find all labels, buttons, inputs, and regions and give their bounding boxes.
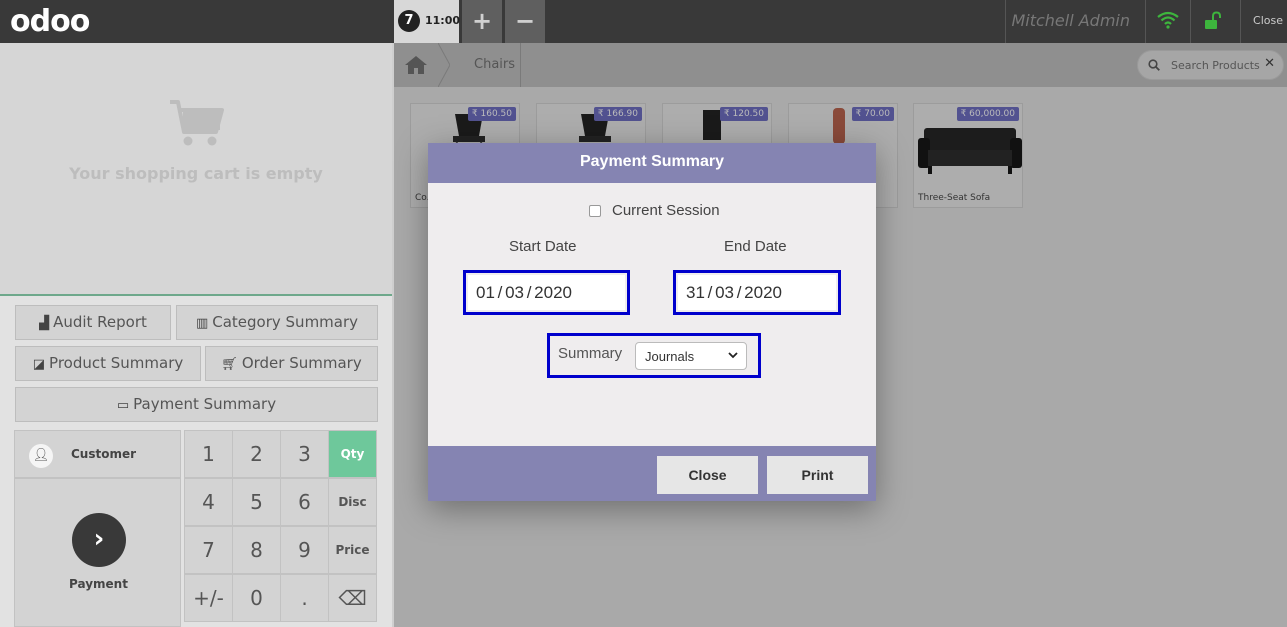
order-cart: Your shopping cart is empty [0,43,392,296]
top-bar: odoo 7 11:00 + − Mitchell Admin Close [0,0,1287,43]
cart-small-icon: 🛒︎ [221,357,238,372]
summary-select-value: Journals [645,349,695,364]
numpad-key-0[interactable]: 0 [232,574,281,622]
user-icon: 👤︎ [29,444,53,468]
mode-disc-button[interactable]: Disc [328,478,377,526]
dialog-header: Payment Summary [428,143,876,183]
dialog-footer: Close Print [428,446,876,501]
mode-qty-button[interactable]: Qty [328,430,377,478]
odoo-logo: odoo [10,4,90,39]
audit-report-label: Audit Report [53,313,147,331]
category-summary-label: Category Summary [212,313,359,331]
product-summary-button[interactable]: ◪ Product Summary [15,346,201,381]
price-tag: ₹ 166.90 [593,107,642,121]
payment-summary-button[interactable]: ▭ Payment Summary [15,387,378,422]
price-tag: ₹ 60,000.00 [956,107,1019,121]
numpad-key-plusminus[interactable]: +/- [184,574,233,622]
sticky-note-icon: ◪ [32,357,46,372]
end-date-field[interactable]: 31 / 03 / 2020 [673,270,841,315]
bar-chart-icon: ▥ [195,316,209,331]
action-numpad: 👤︎ Customer › Payment 1 2 3 Qty 4 5 6 Di… [14,430,378,627]
product-summary-label: Product Summary [49,354,184,372]
order-tab[interactable]: 7 11:00 [394,0,461,43]
end-date-value: 31 / 03 / 2020 [686,283,782,302]
numpad-key-1[interactable]: 1 [184,430,233,478]
start-date-field[interactable]: 01 / 03 / 2020 [463,270,630,315]
search-icon [1148,59,1160,71]
start-date-label: Start Date [509,238,577,255]
topbar-divider [1190,0,1191,43]
empty-cart-message: Your shopping cart is empty [69,164,323,183]
chevron-down-icon [728,352,738,359]
close-button[interactable]: Close [657,456,758,494]
numpad-key-3[interactable]: 3 [280,430,329,478]
audit-report-button[interactable]: ▟ Audit Report [15,305,171,340]
order-summary-button[interactable]: 🛒︎ Order Summary [205,346,378,381]
numpad-key-5[interactable]: 5 [232,478,281,526]
numpad-key-6[interactable]: 6 [280,478,329,526]
close-pos-button[interactable]: Close [1253,14,1283,27]
price-tag: ₹ 70.00 [851,107,894,121]
payment-summary-label: Payment Summary [133,395,277,413]
numpad-key-9[interactable]: 9 [280,526,329,574]
product-card[interactable]: ₹ 60,000.00 Three-Seat Sofa [913,103,1023,208]
order-number-badge: 7 [398,10,420,32]
order-summary-label: Order Summary [241,354,362,372]
end-date-label: End Date [724,238,787,255]
search-input[interactable]: Search Products ✕ [1137,50,1284,80]
credit-card-icon: ▭ [116,398,130,413]
cart-icon [170,100,224,146]
dialog-title: Payment Summary [579,153,725,170]
end-date-input[interactable]: 31 / 03 / 2020 [678,275,836,310]
topbar-divider [1240,0,1241,43]
remove-order-button[interactable]: − [505,0,545,43]
summary-label: Summary [558,345,623,362]
unlock-icon[interactable] [1204,11,1222,30]
topbar-divider [1145,0,1146,43]
mode-price-button[interactable]: Price [328,526,377,574]
payment-summary-dialog: Payment Summary Current Session Start Da… [428,143,876,501]
price-tag: ₹ 120.50 [719,107,768,121]
clear-search-icon[interactable]: ✕ [1264,56,1275,71]
summary-field: Summary Journals [547,333,761,378]
order-time: 11:00 [425,14,461,27]
chevron-right-icon: › [72,513,126,567]
left-pane: Your shopping cart is empty ▟ Audit Repor… [0,43,392,627]
home-icon[interactable] [404,55,428,75]
breadcrumb-end [520,43,521,87]
start-date-input[interactable]: 01 / 03 / 2020 [468,275,625,310]
payment-label: Payment [69,577,128,591]
topbar-divider [1005,0,1006,43]
price-tag: ₹ 160.50 [467,107,516,121]
backspace-icon[interactable]: ⌫ [328,574,377,622]
product-name: Three-Seat Sofa [918,193,991,203]
breadcrumb: Chairs Search Products ✕ [394,43,1287,87]
breadcrumb-category[interactable]: Chairs [474,57,515,72]
product-image [833,108,845,144]
category-summary-button[interactable]: ▥ Category Summary [176,305,378,340]
numpad-key-4[interactable]: 4 [184,478,233,526]
search-placeholder: Search Products [1171,59,1260,72]
add-order-button[interactable]: + [462,0,502,43]
current-session-checkbox[interactable] [589,205,601,217]
numpad-key-dot[interactable]: . [280,574,329,622]
product-image [918,128,1022,174]
customer-label: Customer [71,447,137,461]
payment-button[interactable]: › Payment [14,478,181,627]
breadcrumb-separator [438,43,450,87]
summary-select[interactable]: Journals [635,342,747,370]
numpad-key-7[interactable]: 7 [184,526,233,574]
customer-button[interactable]: 👤︎ Customer [14,430,181,478]
print-button[interactable]: Print [767,456,868,494]
current-session-label: Current Session [612,202,720,219]
user-name[interactable]: Mitchell Admin [1011,11,1130,30]
factory-icon: ▟ [39,316,50,331]
numpad-key-2[interactable]: 2 [232,430,281,478]
start-date-value: 01 / 03 / 2020 [476,283,572,302]
numpad-key-8[interactable]: 8 [232,526,281,574]
wifi-icon [1157,11,1179,29]
